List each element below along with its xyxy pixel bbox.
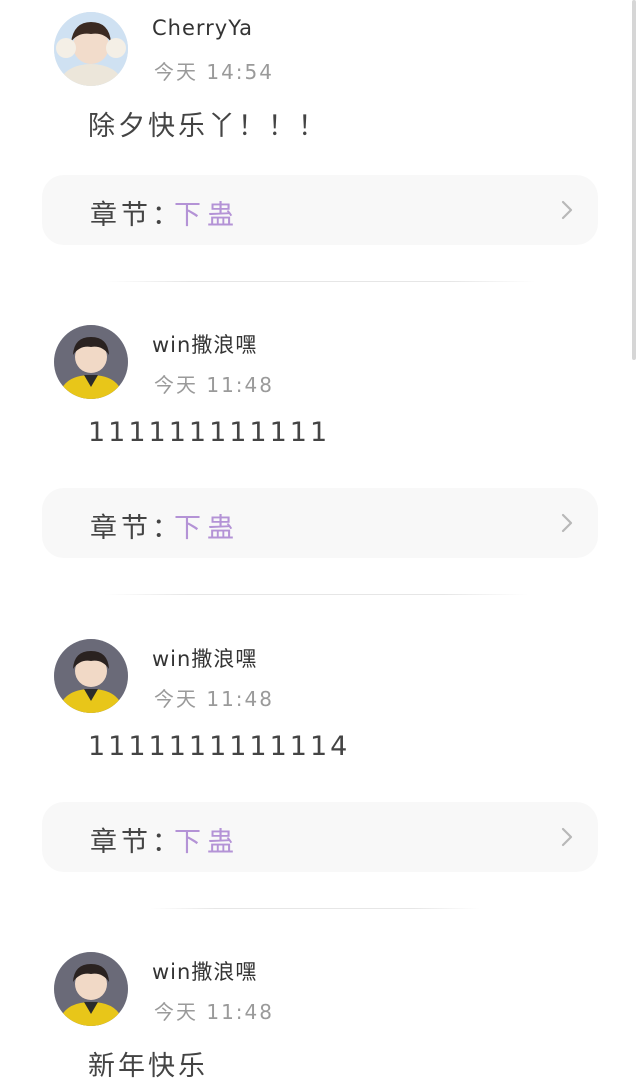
avatar-photo-icon [54, 12, 128, 86]
avatar-photo-icon [54, 952, 128, 1026]
avatar-photo-icon [54, 325, 128, 399]
comment-feed: CherryYa 今天 14:54 除夕快乐丫！！！ 章节： 下蛊 win撒浪嘿… [0, 0, 640, 1091]
divider [104, 281, 536, 282]
chevron-right-icon [561, 200, 573, 220]
comment-time: 今天 11:48 [154, 1000, 274, 1024]
username[interactable]: win撒浪嘿 [152, 956, 257, 986]
chapter-link-card[interactable]: 章节： 下蛊 [42, 802, 598, 872]
chapter-name: 下蛊 [174, 200, 240, 231]
comment-time: 今天 14:54 [154, 60, 274, 84]
comment-text: 新年快乐 [88, 1051, 208, 1082]
comment-text: 1111111111114 [88, 731, 351, 762]
chevron-right-icon [561, 513, 573, 533]
user-avatar[interactable] [54, 952, 128, 1026]
username[interactable]: win撒浪嘿 [152, 643, 257, 673]
comment-item: win撒浪嘿 今天 11:48 1111111111114 章节： 下蛊 [0, 627, 640, 927]
chevron-right-icon [561, 827, 573, 847]
comment-item: win撒浪嘿 今天 11:48 111111111111 章节： 下蛊 [0, 313, 640, 613]
scrollbar[interactable] [632, 0, 636, 360]
comment-time: 今天 11:48 [154, 373, 274, 397]
user-avatar[interactable] [54, 12, 128, 86]
username[interactable]: win撒浪嘿 [152, 329, 257, 359]
comment-item: CherryYa 今天 14:54 除夕快乐丫！！！ 章节： 下蛊 [0, 0, 640, 300]
divider [150, 908, 480, 909]
user-avatar[interactable] [54, 639, 128, 713]
chapter-link-card[interactable]: 章节： 下蛊 [42, 488, 598, 558]
chapter-name: 下蛊 [174, 827, 240, 858]
comment-time: 今天 11:48 [154, 687, 274, 711]
chapter-label: 章节： [90, 513, 183, 544]
comment-item: win撒浪嘿 今天 11:48 新年快乐 [0, 940, 640, 1091]
username[interactable]: CherryYa [152, 16, 253, 40]
comment-text: 111111111111 [88, 417, 331, 448]
comment-text: 除夕快乐丫！！！ [88, 111, 328, 142]
avatar-photo-icon [54, 639, 128, 713]
chapter-label: 章节： [90, 827, 183, 858]
chapter-name: 下蛊 [174, 513, 240, 544]
chapter-label: 章节： [90, 200, 183, 231]
user-avatar[interactable] [54, 325, 128, 399]
chapter-link-card[interactable]: 章节： 下蛊 [42, 175, 598, 245]
divider [104, 594, 528, 595]
